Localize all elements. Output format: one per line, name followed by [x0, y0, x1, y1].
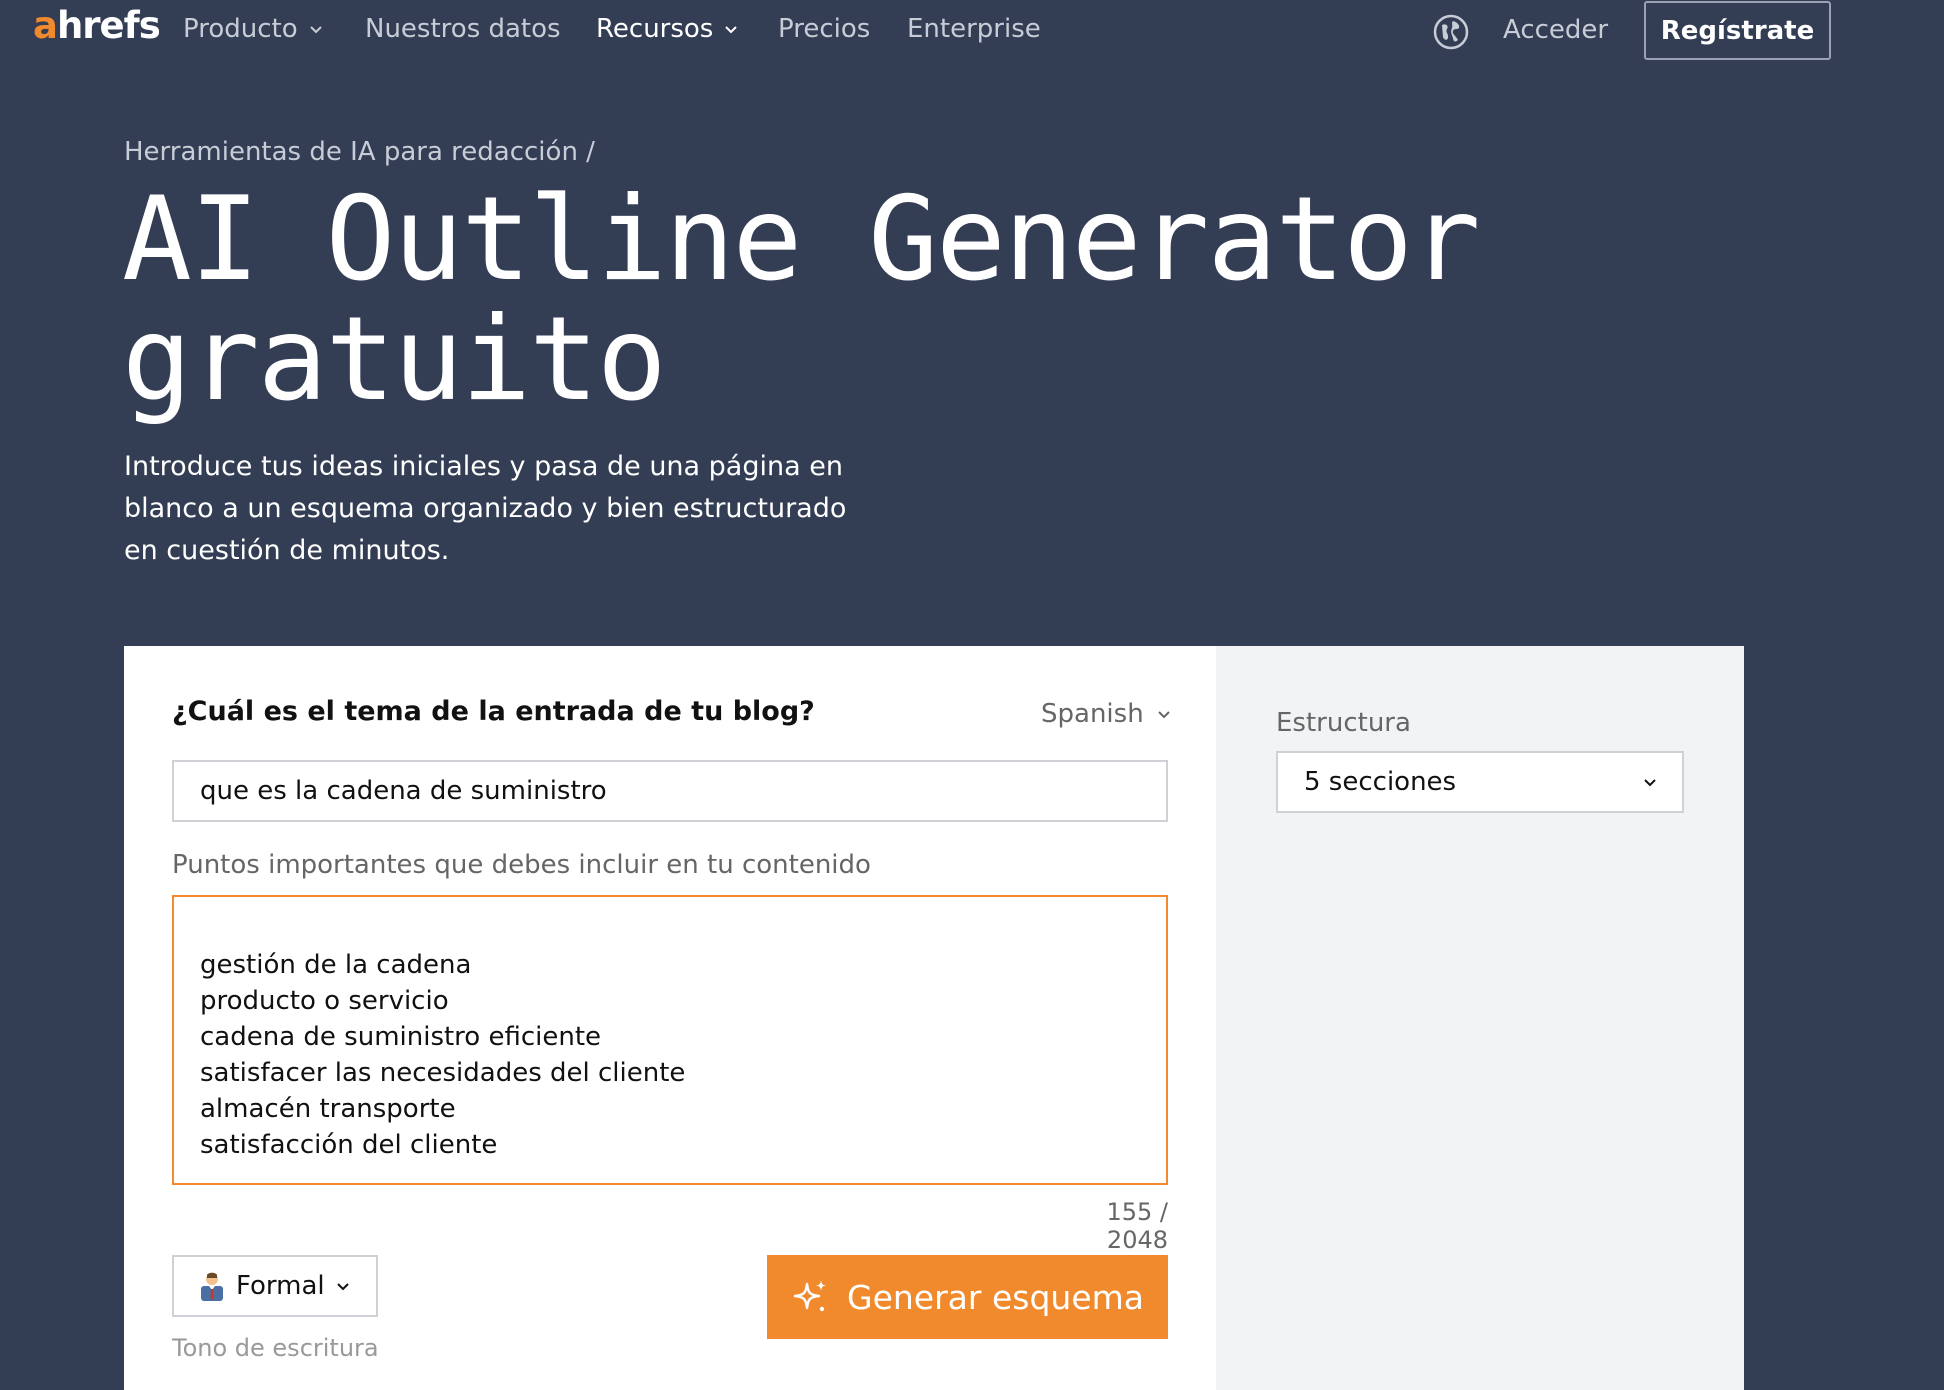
- login-link[interactable]: Acceder: [1503, 15, 1608, 45]
- page-title-line-2: gratuito: [122, 292, 667, 427]
- outline-generator-card: ¿Cuál es el tema de la entrada de tu blo…: [124, 646, 1744, 1390]
- key-points-textarea[interactable]: gestión de la cadena producto o servicio…: [172, 895, 1168, 1185]
- chevron-down-icon: [725, 26, 738, 34]
- nav-item-label: Producto: [183, 14, 298, 44]
- ahrefs-logo[interactable]: ahrefs: [33, 4, 161, 47]
- character-counter: 155 / 2048: [1106, 1198, 1168, 1254]
- chevron-down-icon: [336, 1283, 349, 1291]
- topic-question-label: ¿Cuál es el tema de la entrada de tu blo…: [172, 696, 815, 727]
- page-title-line-1: AI Outline Generator: [122, 172, 1481, 307]
- key-point-line: gestión de la cadena: [200, 950, 472, 980]
- breadcrumb[interactable]: Herramientas de IA para redacción /: [124, 137, 595, 167]
- generate-outline-button[interactable]: Generar esquema: [767, 1255, 1168, 1339]
- structure-label: Estructura: [1276, 708, 1411, 738]
- key-point-line: almacén transporte: [200, 1094, 456, 1124]
- chevron-down-icon: [1157, 711, 1170, 719]
- chevron-down-icon: [309, 26, 322, 34]
- page-title: AI Outline Generator gratuito: [122, 180, 1481, 420]
- language-select-value: Spanish: [1041, 699, 1144, 729]
- nav-item-producto[interactable]: Producto: [183, 14, 324, 44]
- chevron-down-icon: [1644, 779, 1656, 787]
- language-select[interactable]: Spanish: [1041, 699, 1172, 729]
- logo-accent-letter: a: [33, 4, 58, 47]
- globe-icon[interactable]: [1432, 13, 1470, 51]
- businessperson-icon: [201, 1272, 223, 1301]
- structure-panel: Estructura 5 secciones: [1216, 646, 1744, 1390]
- top-navigation: ahrefs Producto Nuestros datos Recursos …: [0, 0, 1944, 64]
- nav-item-precios[interactable]: Precios: [778, 14, 870, 44]
- nav-item-label: Precios: [778, 14, 871, 44]
- nav-item-recursos[interactable]: Recursos: [596, 14, 739, 44]
- topic-input[interactable]: [172, 760, 1168, 822]
- structure-select[interactable]: 5 secciones: [1276, 751, 1684, 813]
- tone-select-value: Formal: [236, 1271, 325, 1301]
- key-point-line: satisfacer las necesidades del cliente: [200, 1058, 686, 1088]
- key-point-line: producto o servicio: [200, 986, 449, 1016]
- tone-label: Tono de escritura: [172, 1334, 379, 1362]
- logo-text: hrefs: [56, 4, 161, 47]
- generate-outline-label: Generar esquema: [847, 1277, 1144, 1317]
- key-point-line: satisfacción del cliente: [200, 1130, 498, 1160]
- nav-item-nuestros-datos[interactable]: Nuestros datos: [365, 14, 561, 44]
- key-point-line: cadena de suministro eficiente: [200, 1022, 602, 1052]
- nav-item-enterprise[interactable]: Enterprise: [907, 14, 1041, 44]
- page-subtitle: Introduce tus ideas iniciales y pasa de …: [124, 451, 847, 566]
- nav-item-label: Nuestros datos: [365, 14, 561, 44]
- tone-select[interactable]: Formal: [172, 1255, 378, 1317]
- nav-item-label: Recursos: [596, 14, 714, 44]
- nav-item-label: Enterprise: [907, 14, 1041, 44]
- key-points-label: Puntos importantes que debes incluir en …: [172, 850, 871, 880]
- sparkle-icon: [793, 1280, 827, 1312]
- signup-button[interactable]: Regístrate: [1644, 1, 1831, 60]
- structure-select-value: 5 secciones: [1304, 767, 1457, 797]
